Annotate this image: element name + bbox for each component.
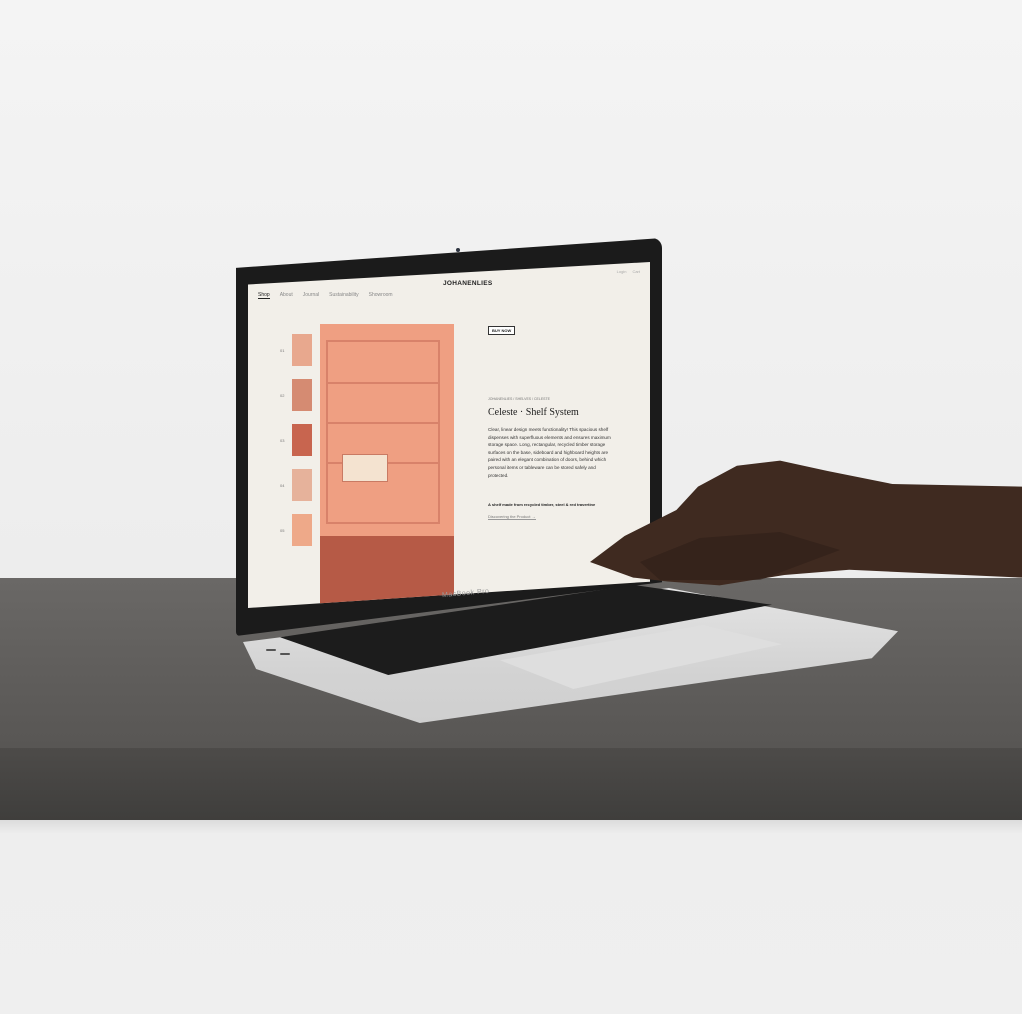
- thumbnail-number: 05: [280, 527, 285, 533]
- top-links: Login Cart: [617, 269, 640, 274]
- shelf-board: [328, 382, 438, 384]
- thumbnail-image[interactable]: [292, 424, 312, 456]
- table-edge: [0, 748, 1022, 820]
- nav-item-journal[interactable]: Journal: [303, 292, 319, 299]
- product-materials-note: A shelf made from recycled timber, steel…: [488, 502, 596, 507]
- table-shadow: [0, 820, 1022, 834]
- nav-item-shop[interactable]: Shop: [258, 292, 270, 299]
- usb-port: [266, 649, 276, 651]
- thumbnail-item[interactable]: 05: [280, 514, 312, 546]
- login-link[interactable]: Login: [617, 269, 627, 274]
- thumbnail-item[interactable]: 02: [280, 379, 312, 411]
- shelf-board: [328, 422, 438, 424]
- nav-item-sustainability[interactable]: Sustainability: [329, 292, 358, 299]
- site-nav: Shop About Journal Sustainability Showro…: [258, 292, 393, 299]
- thumbnail-number: 04: [280, 482, 285, 488]
- thumbnail-item[interactable]: 03: [280, 424, 312, 456]
- thumbnail-item[interactable]: 01: [280, 334, 312, 366]
- shelf-cabinet: [342, 454, 388, 482]
- discover-product-link[interactable]: Discovering the Product →: [488, 514, 536, 520]
- product-image-secondary: [320, 536, 454, 606]
- thumbnail-number: 02: [280, 392, 285, 398]
- product-title: Celeste · Shelf System: [488, 407, 579, 418]
- thumbnail-image[interactable]: [292, 469, 312, 501]
- thumbnail-image[interactable]: [292, 379, 312, 411]
- thumbnail-number: 01: [280, 347, 285, 353]
- nav-item-showroom[interactable]: Showroom: [369, 292, 393, 299]
- thumbnail-image[interactable]: [292, 514, 312, 546]
- thumbnail-image[interactable]: [292, 334, 312, 366]
- nav-item-about[interactable]: About: [280, 292, 293, 299]
- thumbnail-number: 03: [280, 437, 285, 443]
- product-hero-image[interactable]: [320, 324, 454, 536]
- shelf-frame: [326, 340, 440, 524]
- buy-now-button[interactable]: BUY NOW: [488, 326, 516, 335]
- product-thumbnails: 01 02 03 04 05: [280, 334, 312, 559]
- camera-dot: [456, 248, 460, 252]
- site-logo[interactable]: JOHANENLIES: [443, 280, 493, 287]
- usb-port: [280, 653, 290, 655]
- laptop-screen: Login Cart JOHANENLIES Shop About Journa…: [248, 262, 650, 608]
- thumbnail-item[interactable]: 04: [280, 469, 312, 501]
- breadcrumb[interactable]: JOHANENLIES / SHELVES / CELESTE: [488, 397, 550, 401]
- cart-link[interactable]: Cart: [632, 269, 640, 274]
- product-description: Clear, linear design meets functionality…: [488, 427, 611, 478]
